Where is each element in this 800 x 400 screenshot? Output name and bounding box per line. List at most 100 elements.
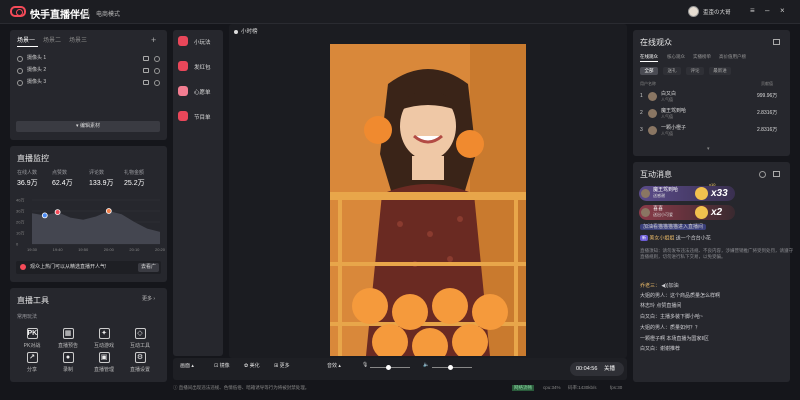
chat-message[interactable]: 白又白：主播多装下脚小哈~ xyxy=(640,314,703,320)
chat-user[interactable]: 乔老三： xyxy=(640,283,660,289)
camera-row[interactable]: 摄像头 1 xyxy=(17,55,162,64)
y-tick-label: 0 xyxy=(16,242,19,247)
camera-row[interactable]: 摄像头 2 xyxy=(17,67,162,76)
play-menu-item[interactable]: 小玩法 xyxy=(173,30,219,52)
edit-material-label: 编辑素材 xyxy=(79,123,100,129)
user-name[interactable]: 歪歪の大哥 xyxy=(703,8,731,16)
mirror-button[interactable]: ⊡ 镜像 xyxy=(214,362,230,369)
chat-user[interactable]: 美女小姐姐 xyxy=(649,235,674,241)
viewer-avatar[interactable] xyxy=(648,92,657,101)
live-timer: 00:04:56 关播 xyxy=(570,362,624,376)
live-video-preview[interactable] xyxy=(330,44,526,356)
notice-text: ⓘ 直播间出现违法违规、色情低俗、暗箱诱导等行为将被封禁处理。 xyxy=(173,385,309,391)
mic-volume-handle[interactable] xyxy=(386,365,391,370)
tool-4[interactable]: ◇ 互动工具 xyxy=(125,328,155,349)
play-icon xyxy=(178,36,188,46)
viewer-area-series xyxy=(32,211,160,244)
lock-icon[interactable] xyxy=(143,80,149,85)
stat-value: 36.9万 xyxy=(17,180,38,187)
speaker-volume-handle[interactable] xyxy=(448,365,453,370)
event-marker[interactable] xyxy=(54,209,61,216)
tool-5[interactable]: ↗ 分享 xyxy=(17,352,47,373)
chat-text: 大姐的男人：这个商品质量怎么样啊 xyxy=(640,293,721,299)
tool-2[interactable]: ▦ 直播预告 xyxy=(53,328,83,349)
screen-ratio-button[interactable]: 画面 ▴ xyxy=(180,362,194,369)
beauty-button[interactable]: ✿ 美化 xyxy=(244,362,260,369)
popout-icon[interactable] xyxy=(773,39,780,45)
viewer-trend-chart: 40万 30万 20万 10万 0 19:30 19:40 19:50 20:00 20:10 20… xyxy=(16,198,166,253)
settings-menu-icon[interactable]: ≡ xyxy=(750,6,755,16)
tab-online-audience[interactable]: 在线观众 xyxy=(640,54,658,59)
close-icon[interactable]: × xyxy=(780,6,785,16)
tool-label: 直播预告 xyxy=(57,343,78,349)
event-marker[interactable] xyxy=(41,212,48,219)
y-tick-label: 30万 xyxy=(16,209,24,214)
chat-message[interactable]: 加油看猫猫猫猫进入直播间 xyxy=(640,224,707,230)
tool-label: 录制 xyxy=(62,367,73,373)
sound-effect-button[interactable]: 音效 ▴ xyxy=(327,362,341,369)
play-menu-item[interactable]: 节目单 xyxy=(173,105,219,127)
popout-icon[interactable] xyxy=(773,171,780,177)
tab-scene-1[interactable]: 场景一 xyxy=(17,38,35,44)
edit-material-button[interactable]: ▾ 编辑素材 xyxy=(16,121,160,132)
chat-message[interactable]: 新 美女小姐姐 送一个合台小花 xyxy=(640,235,711,241)
filter-gift[interactable]: 送礼 xyxy=(663,67,681,75)
user-avatar[interactable] xyxy=(688,6,699,17)
add-scene-button[interactable]: + xyxy=(151,35,156,45)
tool-1[interactable]: PK PK对战 xyxy=(17,328,47,349)
expand-chevron-icon[interactable]: ▾ xyxy=(707,146,710,153)
mirror-label: 镜像 xyxy=(219,363,230,369)
filter-newest[interactable]: 最新进 xyxy=(709,67,731,75)
tool-3[interactable]: ✦ 互动游戏 xyxy=(89,328,119,349)
x-tick-label: 20:20 xyxy=(155,247,166,252)
eye-icon[interactable] xyxy=(154,80,160,86)
tab-high-value[interactable]: 高价值用户榜 xyxy=(719,54,746,59)
camera-row[interactable]: 摄像头 3 xyxy=(17,79,162,88)
filter-comment[interactable]: 评论 xyxy=(686,67,704,75)
viewer-avatar[interactable] xyxy=(648,126,657,135)
tool-7[interactable]: ▣ 直播管理 xyxy=(89,352,119,373)
tip-action-button[interactable]: 去看广 xyxy=(138,263,159,272)
tool-label: 互动游戏 xyxy=(93,343,114,349)
play-menu-item[interactable]: 心愿单 xyxy=(173,80,219,102)
hour-rank-label[interactable]: 小时榜 xyxy=(241,29,258,35)
location-icon xyxy=(17,80,23,86)
chat-message[interactable]: 林志玲 点赞直播间 xyxy=(640,303,681,309)
tab-scene-3[interactable]: 场景三 xyxy=(69,38,87,44)
viewer-avatar[interactable] xyxy=(648,109,657,118)
chat-message[interactable]: 直播规则，切勿进行私下交易，以免受骗。 xyxy=(640,254,726,260)
chat-message[interactable]: 白又白：谢谢推荐 xyxy=(640,346,680,352)
microphone-icon[interactable]: 🎙 xyxy=(362,362,368,368)
tab-rank[interactable]: 实播榜单 xyxy=(693,54,711,59)
play-menu-item[interactable]: 发红包 xyxy=(173,55,219,77)
chat-message[interactable]: 乔老三： ◀))加油 xyxy=(640,283,679,289)
stat-label: 评论数 xyxy=(89,170,105,176)
live-tools-panel: 直播工具 更多 › 常用玩法 PK PK对战 ▦ 直播预告 ✦ 互动游戏 ◇ 互动工具 ↗ 分享 ●… xyxy=(10,288,167,382)
more-button[interactable]: ⊞ 更多 xyxy=(274,362,290,369)
chat-message[interactable]: 一颗橙子啊 本场直播为国家Ⅱ区 xyxy=(640,336,709,342)
tool-label: 互动工具 xyxy=(129,343,150,349)
minimize-icon[interactable]: – xyxy=(765,6,769,16)
chat-message[interactable]: 大姐的男人：质量如何？？ xyxy=(640,325,700,331)
speaker-icon[interactable]: 🔈 xyxy=(423,362,429,368)
tool-8[interactable]: ⚙ 直播设置 xyxy=(125,352,155,373)
end-live-button[interactable]: 关播 xyxy=(604,366,615,372)
filter-all[interactable]: 全部 xyxy=(640,67,658,75)
play-menu-label: 心愿单 xyxy=(194,90,211,96)
tab-core-audience[interactable]: 核心观众 xyxy=(667,54,685,59)
tool-6[interactable]: ● 录制 xyxy=(53,352,83,373)
chat-message[interactable]: 大姐的男人：这个商品质量怎么样啊 xyxy=(640,293,720,299)
event-marker[interactable] xyxy=(105,208,112,214)
mode-label[interactable]: 电商模式 xyxy=(96,9,120,18)
gear-icon[interactable] xyxy=(759,171,766,178)
eye-icon[interactable] xyxy=(154,68,160,74)
lock-icon[interactable] xyxy=(143,56,149,61)
tool-icon: ↗ xyxy=(26,352,38,363)
tab-scene-2[interactable]: 场景二 xyxy=(43,38,61,44)
scene-tabs: 场景一 场景二 场景三 xyxy=(17,38,95,45)
more-tools-link[interactable]: 更多 › xyxy=(142,296,155,303)
lock-icon[interactable] xyxy=(143,68,149,73)
chat-text: 一颗橙子啊 本场直播为国家Ⅱ区 xyxy=(640,336,709,342)
play-icon xyxy=(178,86,188,96)
eye-icon[interactable] xyxy=(154,56,160,62)
